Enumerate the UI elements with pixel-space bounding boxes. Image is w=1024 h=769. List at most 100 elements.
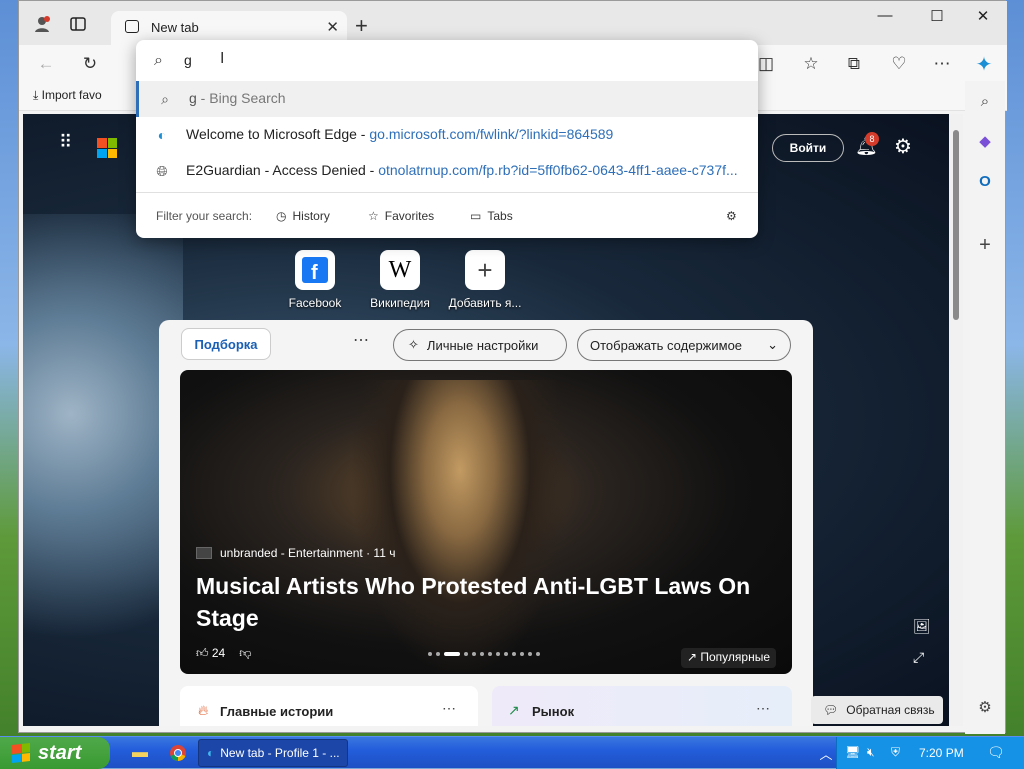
new-tab-button[interactable]: + bbox=[355, 13, 368, 39]
tabs-icon: ▭ bbox=[470, 209, 482, 223]
market-trend-icon: ↗ bbox=[508, 702, 520, 718]
feedback-icon: 💬︎ bbox=[823, 703, 839, 717]
suggestion-text: g bbox=[189, 90, 197, 106]
close-window-button[interactable]: ✕ bbox=[963, 7, 1003, 29]
trending-badge: ↗ Популярные bbox=[680, 648, 776, 668]
suggestion-detail: Bing Search bbox=[209, 90, 286, 106]
suggestion-bing-search[interactable]: ⌕ g - Bing Search bbox=[136, 81, 758, 117]
back-icon[interactable]: ← bbox=[33, 51, 59, 77]
quick-link-label: Википедия bbox=[370, 296, 430, 310]
wikipedia-icon: W bbox=[380, 250, 420, 290]
tab-featured[interactable]: Подборка bbox=[181, 328, 271, 360]
article-source-text: unbranded - Entertainment · 11 ч bbox=[220, 546, 396, 560]
tab-actions-icon[interactable] bbox=[67, 13, 89, 35]
add-quick-link[interactable]: + Добавить я... bbox=[440, 250, 530, 310]
network-icon[interactable]: 🖥︎ bbox=[845, 745, 860, 759]
edge-icon: ◐ bbox=[207, 746, 215, 760]
edge-icon: ◐ bbox=[157, 127, 167, 143]
clock[interactable]: 7:20 PM bbox=[919, 746, 964, 760]
sign-in-button[interactable]: Войти bbox=[772, 134, 844, 162]
suggestion-welcome-edge[interactable]: ◐ Welcome to Microsoft Edge - go.microso… bbox=[136, 117, 758, 153]
filter-tabs-label: Tabs bbox=[487, 209, 513, 223]
start-label: start bbox=[38, 741, 82, 764]
browser-essentials-icon[interactable]: ♡ bbox=[886, 51, 912, 77]
card-more-icon[interactable]: ⋯ bbox=[442, 700, 456, 717]
windows-logo-icon bbox=[12, 743, 30, 763]
suggestion-url: otnolatrnup.com/fp.rb?id=5ff0fb62-0643-4… bbox=[378, 162, 738, 178]
market-card[interactable]: ↗ Рынок ⋯ bbox=[492, 686, 792, 726]
import-icon: ⤓ bbox=[33, 88, 42, 102]
feedback-button[interactable]: 💬︎ Обратная связь bbox=[811, 696, 943, 724]
import-favorites-label: Import favo bbox=[41, 88, 102, 102]
globe-icon: 🌐︎ bbox=[156, 163, 168, 179]
search-icon: ⌕ bbox=[161, 91, 169, 107]
maximize-button[interactable]: ☐ bbox=[917, 7, 957, 29]
quick-link-facebook[interactable]: f Facebook bbox=[270, 250, 360, 310]
tray-expand-icon[interactable]: ︿ bbox=[814, 741, 838, 765]
chrome-icon[interactable] bbox=[166, 741, 190, 765]
article-title[interactable]: Musical Artists Who Protested Anti-LGBT … bbox=[196, 570, 766, 634]
dislike-icon[interactable]: 👎︎ bbox=[239, 646, 251, 661]
expand-icon[interactable]: ⤢ bbox=[913, 649, 931, 666]
scrollbar-thumb[interactable] bbox=[953, 130, 959, 320]
quick-link-label: Facebook bbox=[288, 296, 342, 310]
trending-label: Популярные bbox=[700, 650, 770, 664]
title-bar: New tab ✕ + — ☐ ✕ bbox=[19, 1, 1007, 45]
page-side-icons: 🖼︎ ⤢ bbox=[913, 618, 931, 666]
collections-icon[interactable]: ⧉ bbox=[841, 51, 867, 77]
start-button[interactable]: start bbox=[0, 737, 110, 769]
taskbar-window-label: New tab - Profile 1 - ... bbox=[220, 746, 340, 760]
like-button[interactable]: 👍︎ 24 bbox=[196, 646, 225, 661]
article-source: unbranded - Entertainment · 11 ч bbox=[196, 546, 395, 560]
outlook-icon[interactable]: O bbox=[973, 169, 997, 193]
sidebar-settings-icon[interactable]: ⚙ bbox=[973, 695, 997, 719]
search-icon: ⌕ bbox=[154, 52, 163, 69]
search-icon[interactable]: ⌕ bbox=[973, 89, 997, 113]
card-title: Главные истории bbox=[220, 704, 334, 719]
microsoft-logo-icon[interactable] bbox=[97, 138, 117, 158]
taskbar-edge-window[interactable]: ◐ New tab - Profile 1 - ... bbox=[198, 739, 348, 767]
suggestion-e2guardian[interactable]: 🌐︎ E2Guardian - Access Denied - otnolatr… bbox=[136, 153, 758, 189]
notification-center-icon[interactable]: 🗨︎ bbox=[987, 744, 1005, 761]
search-filter-bar: Filter your search: ◷ History ☆ Favorites … bbox=[136, 192, 758, 238]
more-tabs-icon[interactable]: ⋯ bbox=[353, 330, 369, 350]
filter-history[interactable]: ◷ History bbox=[276, 209, 330, 223]
refresh-icon[interactable]: ↻ bbox=[77, 51, 103, 77]
security-icon[interactable]: ⛨ bbox=[891, 745, 900, 760]
page-scrollbar[interactable] bbox=[949, 114, 963, 726]
carousel-dots[interactable] bbox=[428, 652, 540, 656]
suggestion-text: E2Guardian - Access Denied bbox=[186, 162, 366, 178]
filter-tabs[interactable]: ▭ Tabs bbox=[470, 209, 513, 223]
card-more-icon[interactable]: ⋯ bbox=[756, 700, 770, 717]
top-stories-card[interactable]: 🔥︎ Главные истории ⋯ bbox=[180, 686, 478, 726]
import-favorites-link[interactable]: ⤓ Import favo bbox=[33, 88, 102, 103]
filter-favorites[interactable]: ☆ Favorites bbox=[368, 209, 434, 223]
profile-avatar-icon[interactable] bbox=[31, 13, 53, 35]
address-input[interactable]: g bbox=[184, 52, 192, 68]
quick-link-label: Добавить я... bbox=[448, 296, 522, 310]
app-launcher-icon[interactable]: ⠿ bbox=[59, 133, 79, 158]
copilot-icon[interactable]: ✦ bbox=[971, 51, 997, 77]
notification-count-badge: 8 bbox=[865, 132, 879, 146]
hero-article-card[interactable]: unbranded - Entertainment · 11 ч Musical… bbox=[180, 370, 792, 674]
favorites-star-icon: ☆ bbox=[368, 209, 379, 223]
favorites-star-icon[interactable]: ☆ bbox=[798, 51, 824, 77]
quick-link-wikipedia[interactable]: W Википедия bbox=[355, 250, 445, 310]
page-settings-icon[interactable]: ⚙ bbox=[894, 134, 912, 159]
news-feed: Подборка ⋯ ✧ Личные настройки Отображать… bbox=[159, 320, 813, 726]
image-icon[interactable]: 🖼︎ bbox=[913, 618, 931, 635]
microsoft-365-icon[interactable]: ◆ bbox=[973, 129, 997, 153]
close-tab-icon[interactable]: ✕ bbox=[326, 18, 339, 36]
filter-settings-icon[interactable]: ⚙ bbox=[726, 209, 737, 223]
more-options-icon[interactable]: ⋯ bbox=[929, 51, 955, 77]
volume-muted-icon[interactable]: 🔇︎ bbox=[867, 745, 875, 760]
personalize-label: Личные настройки bbox=[426, 337, 539, 353]
personalize-button[interactable]: ✧ Личные настройки bbox=[393, 329, 567, 361]
chevron-down-icon: ⌄ bbox=[767, 337, 778, 352]
file-explorer-icon[interactable]: ▬ bbox=[128, 741, 152, 765]
filter-history-label: History bbox=[292, 209, 330, 223]
minimize-button[interactable]: — bbox=[865, 7, 905, 29]
content-display-dropdown[interactable]: Отображать содержимое ⌄ bbox=[577, 329, 791, 361]
like-count: 24 bbox=[211, 646, 226, 660]
add-sidebar-app-icon[interactable]: + bbox=[973, 233, 997, 257]
